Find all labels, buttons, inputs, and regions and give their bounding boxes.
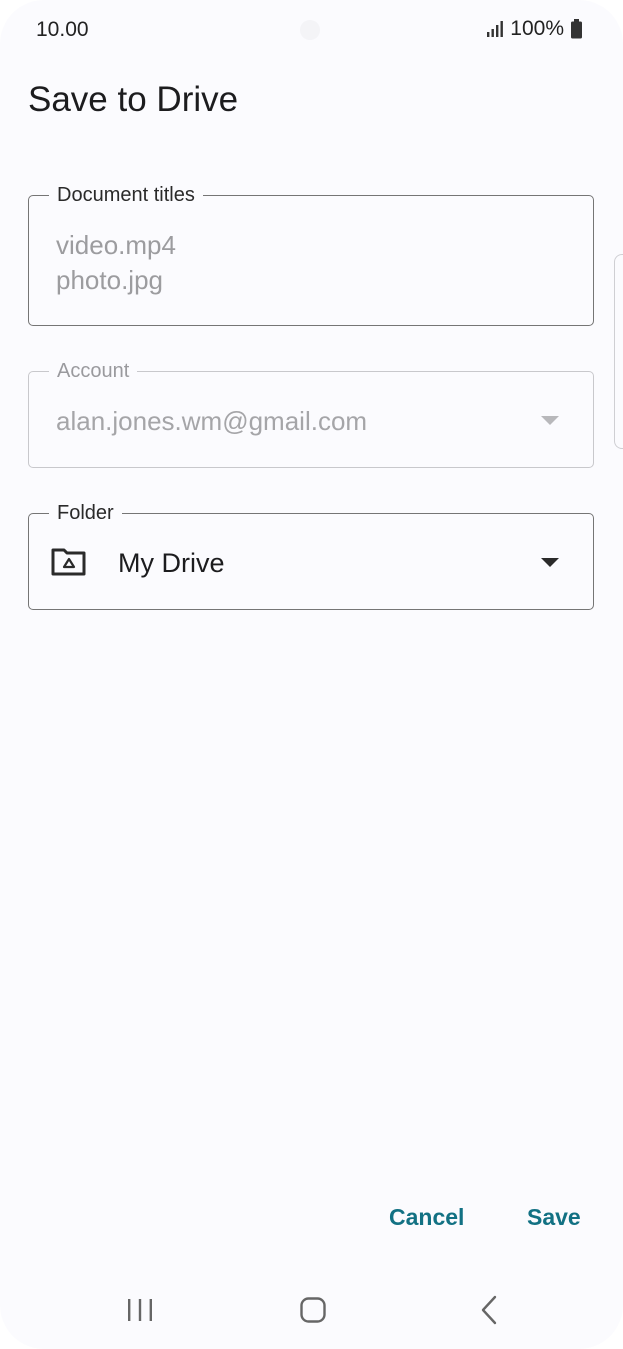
status-indicators: 100% [486,17,583,41]
account-dropdown[interactable]: Account alan.jones.wm@gmail.com [28,358,594,468]
document-titles-field[interactable]: Document titles video.mp4 photo.jpg [28,182,594,326]
status-time: 10.00 [36,18,89,41]
folder-value: My Drive [118,548,225,578]
battery-icon [571,19,582,39]
document-titles-list: video.mp4 photo.jpg [56,228,176,298]
folder-label: Folder [49,500,122,526]
document-title-item: photo.jpg [56,265,163,295]
dropdown-arrow-icon [541,416,559,425]
edge-panel-handle[interactable] [614,254,623,449]
cancel-button[interactable]: Cancel [389,1204,464,1231]
signal-icon [487,21,504,37]
status-bar: 10.00 100% [0,0,623,62]
document-titles-label: Document titles [49,182,203,208]
document-title-item: video.mp4 [56,230,176,260]
battery-percent: 100% [510,17,564,40]
folder-dropdown[interactable]: Folder My Drive [28,500,594,610]
dropdown-arrow-icon [541,558,559,567]
account-label: Account [49,358,138,384]
navigation-bar [0,1280,623,1340]
screen: 10.00 100% Save to Drive Document titles… [0,0,623,1349]
account-value: alan.jones.wm@gmail.com [56,406,368,436]
home-icon[interactable] [300,1297,326,1323]
drive-folder-icon [51,548,86,576]
back-icon[interactable] [478,1295,500,1325]
dialog-title: Save to Drive [28,80,239,119]
save-button[interactable]: Save [527,1204,581,1231]
recents-icon[interactable] [126,1297,154,1323]
front-camera [300,20,320,40]
